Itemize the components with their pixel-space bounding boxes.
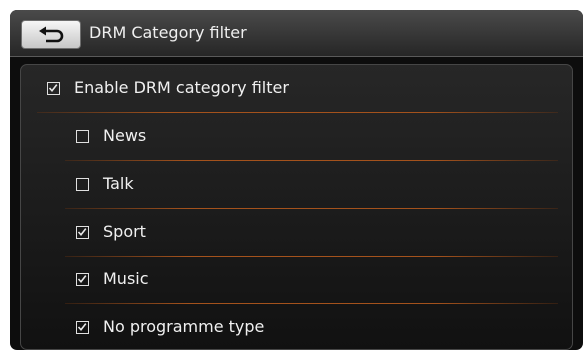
filter-item-talk[interactable]: Talk [21, 161, 572, 208]
back-button[interactable] [21, 20, 81, 49]
sport-label: Sport [103, 222, 146, 241]
music-checkbox[interactable] [76, 273, 89, 286]
filter-item-music[interactable]: Music [21, 256, 572, 303]
filter-item-no-programme-type[interactable]: No programme type [21, 304, 572, 349]
filter-item-news[interactable]: News [21, 113, 572, 160]
news-label: News [103, 126, 147, 145]
filter-list: Enable DRM category filter News Talk Spo… [20, 64, 573, 350]
enable-filter-checkbox-row[interactable]: Enable DRM category filter [21, 65, 572, 112]
no-programme-type-checkbox[interactable] [76, 321, 89, 334]
back-arrow-icon [38, 26, 64, 44]
talk-checkbox[interactable] [76, 178, 89, 191]
sport-checkbox[interactable] [76, 226, 89, 239]
drm-category-filter-screen: DRM Category filter Enable DRM category … [10, 10, 583, 350]
no-programme-type-label: No programme type [103, 317, 265, 336]
music-label: Music [103, 269, 149, 288]
enable-filter-checkbox[interactable] [47, 82, 60, 95]
news-checkbox[interactable] [76, 130, 89, 143]
filter-item-sport[interactable]: Sport [21, 209, 572, 256]
header-bar: DRM Category filter [10, 10, 583, 57]
page-title: DRM Category filter [89, 23, 247, 42]
enable-filter-label: Enable DRM category filter [74, 78, 289, 97]
talk-label: Talk [103, 174, 134, 193]
